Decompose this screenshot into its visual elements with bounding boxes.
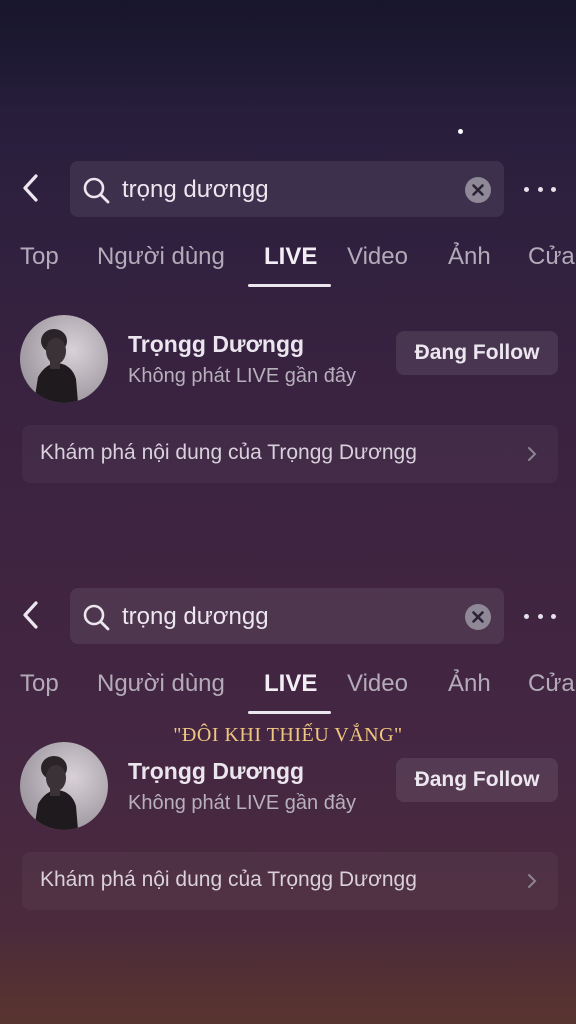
following-button[interactable]: Đang Follow [396, 331, 558, 375]
search-input[interactable]: trọng dươngg [70, 161, 504, 217]
result-tabs: Top Người dùng LIVE Video Ảnh Cửa [0, 237, 576, 289]
tab-live[interactable]: LIVE [264, 670, 317, 698]
search-header: trọng dươngg [0, 584, 576, 646]
search-input[interactable]: trọng dươngg [70, 588, 504, 644]
search-query: trọng dươngg [122, 176, 269, 203]
clear-icon[interactable] [464, 176, 492, 204]
result-tabs: Top Người dùng LIVE Video Ảnh Cửa [0, 664, 576, 716]
username[interactable]: Trọngg Dươngg [128, 331, 304, 358]
avatar-silhouette [34, 756, 78, 830]
video-caption: "ĐÔI KHI THIẾU VẮNG" [173, 724, 403, 746]
search-icon [83, 604, 110, 631]
active-tab-indicator [248, 711, 331, 714]
search-icon [83, 177, 110, 204]
avatar[interactable] [20, 315, 108, 403]
more-options-icon[interactable] [524, 606, 556, 626]
clear-icon[interactable] [464, 603, 492, 631]
sparkle-dot [458, 129, 463, 134]
back-button[interactable] [16, 598, 46, 632]
tab-top[interactable]: Top [20, 243, 59, 271]
top-shade [0, 0, 576, 110]
chevron-left-icon [23, 601, 38, 629]
following-button[interactable]: Đang Follow [396, 758, 558, 802]
explore-content-row[interactable]: Khám phá nội dung của Trọngg Dươngg [22, 852, 558, 910]
back-button[interactable] [16, 171, 46, 205]
user-result-row[interactable]: Trọngg Dươngg Không phát LIVE gần đây Đa… [0, 740, 576, 832]
tab-photos[interactable]: Ảnh [448, 670, 491, 698]
chevron-right-icon [528, 447, 537, 461]
tab-video[interactable]: Video [347, 670, 408, 698]
username[interactable]: Trọngg Dươngg [128, 758, 304, 785]
explore-label: Khám phá nội dung của Trọngg Dươngg [40, 441, 417, 464]
avatar-silhouette [34, 329, 78, 403]
bottom-shade [0, 930, 576, 1024]
active-tab-indicator [248, 284, 331, 287]
avatar[interactable] [20, 742, 108, 830]
tab-top[interactable]: Top [20, 670, 59, 698]
tab-video[interactable]: Video [347, 243, 408, 271]
tab-users[interactable]: Người dùng [97, 243, 225, 271]
explore-content-row[interactable]: Khám phá nội dung của Trọngg Dươngg [22, 425, 558, 483]
user-result-row[interactable]: Trọngg Dươngg Không phát LIVE gần đây Đa… [0, 313, 576, 405]
live-status: Không phát LIVE gần đây [128, 365, 356, 387]
tab-live[interactable]: LIVE [264, 243, 317, 271]
chevron-left-icon [23, 174, 38, 202]
search-results-panel-2: trọng dươngg Top Người dùng LIVE Video Ả… [0, 584, 576, 914]
tab-shop[interactable]: Cửa [528, 670, 575, 698]
more-options-icon[interactable] [524, 179, 556, 199]
live-status: Không phát LIVE gần đây [128, 792, 356, 814]
search-query: trọng dươngg [122, 603, 269, 630]
chevron-right-icon [528, 874, 537, 888]
tab-shop[interactable]: Cửa [528, 243, 575, 271]
search-results-panel-1: trọng dươngg Top Người dùng LIVE Video Ả… [0, 157, 576, 487]
explore-label: Khám phá nội dung của Trọngg Dươngg [40, 868, 417, 891]
tab-photos[interactable]: Ảnh [448, 243, 491, 271]
tab-users[interactable]: Người dùng [97, 670, 225, 698]
search-header: trọng dươngg [0, 157, 576, 219]
